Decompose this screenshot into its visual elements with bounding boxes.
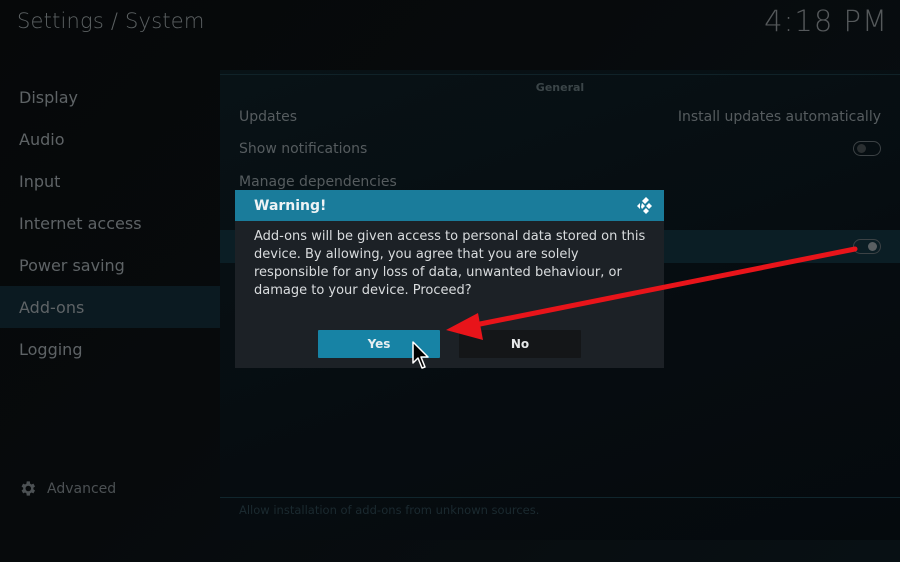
setting-description: Allow installation of add-ons from unkno… <box>239 503 540 517</box>
section-header: General <box>535 81 585 94</box>
setting-label: Manage dependencies <box>239 173 397 190</box>
sidebar-item-label: Input <box>19 171 61 191</box>
dialog-message: Add-ons will be given access to personal… <box>254 229 646 298</box>
setting-label: Updates <box>239 108 297 125</box>
sidebar-item-label: Add-ons <box>19 297 85 317</box>
no-button[interactable]: No <box>459 330 581 358</box>
divider <box>220 74 900 75</box>
dialog-title: Warning! <box>254 197 327 214</box>
dialog-buttons: Yes No <box>235 330 664 358</box>
sidebar-item-add-ons[interactable]: Add-ons <box>0 286 220 328</box>
toggle-knob <box>868 242 877 251</box>
clock: 4:18 PM <box>764 4 888 38</box>
mouse-cursor-icon <box>412 341 429 369</box>
sidebar-item-input[interactable]: Input <box>0 160 220 202</box>
setting-value: Install updates automatically <box>677 108 881 125</box>
sidebar-item-audio[interactable]: Audio <box>0 118 220 160</box>
warning-dialog: Warning! Add-ons will be given access to… <box>235 190 664 368</box>
setting-show-notifications[interactable]: Show notifications <box>220 132 900 165</box>
sidebar-item-power-saving[interactable]: Power saving <box>0 244 220 286</box>
toggle-knob <box>857 144 866 153</box>
divider <box>220 497 900 498</box>
dialog-header: Warning! <box>235 190 664 221</box>
page-title: Settings / System <box>17 9 205 33</box>
sidebar-item-label: Power saving <box>19 255 125 275</box>
sidebar: Display Audio Input Internet access Powe… <box>0 76 220 546</box>
sidebar-item-display[interactable]: Display <box>0 76 220 118</box>
kodi-logo-icon <box>637 197 652 214</box>
setting-updates[interactable]: Updates Install updates automatically <box>220 100 900 133</box>
toggle-switch[interactable] <box>853 239 881 254</box>
sidebar-item-label: Internet access <box>19 213 142 233</box>
sidebar-item-internet-access[interactable]: Internet access <box>0 202 220 244</box>
toggle-switch[interactable] <box>853 141 881 156</box>
advanced-button[interactable]: Advanced <box>18 479 116 498</box>
advanced-label: Advanced <box>47 480 117 497</box>
setting-label: Show notifications <box>239 140 368 157</box>
sidebar-item-label: Logging <box>19 339 83 359</box>
sidebar-item-logging[interactable]: Logging <box>0 328 220 370</box>
sidebar-item-label: Display <box>19 87 78 107</box>
sidebar-item-label: Audio <box>19 129 65 149</box>
gear-icon <box>21 481 36 496</box>
